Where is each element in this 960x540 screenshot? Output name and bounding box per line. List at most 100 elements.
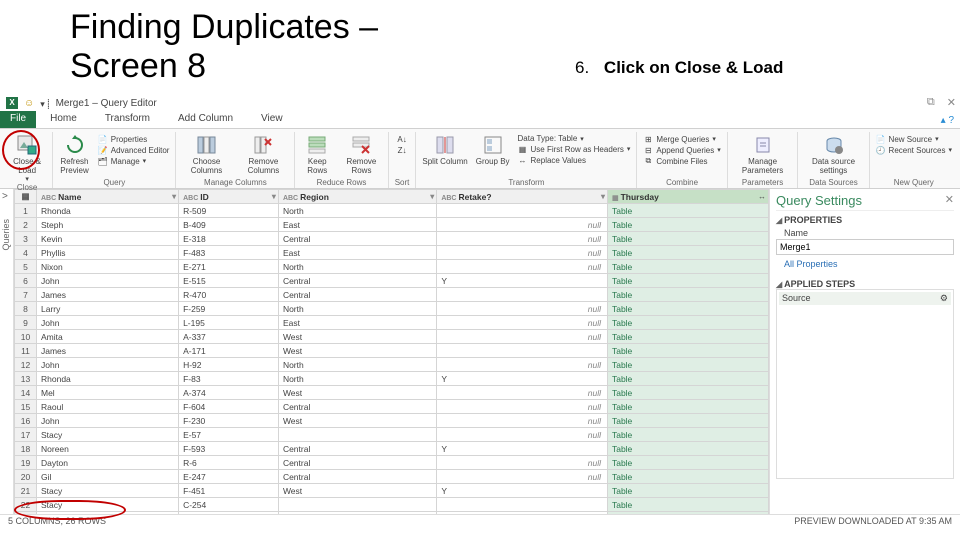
merge-queries-button[interactable]: ⊞Merge Queries▾ bbox=[643, 134, 720, 144]
cell-thursday[interactable]: Table bbox=[607, 442, 768, 456]
cell-retake[interactable]: null bbox=[437, 218, 608, 232]
cell-thursday[interactable]: Table bbox=[607, 372, 768, 386]
cell-retake[interactable]: null bbox=[437, 456, 608, 470]
cell-retake[interactable]: null bbox=[437, 330, 608, 344]
queries-rail[interactable]: > Queries bbox=[0, 189, 14, 530]
table-row[interactable]: 22StacyC-254Table bbox=[15, 498, 769, 512]
cell-thursday[interactable]: Table bbox=[607, 302, 768, 316]
close-load-dropdown-icon[interactable]: ▾ bbox=[25, 176, 29, 184]
cell-region[interactable]: West bbox=[278, 344, 436, 358]
cell-name[interactable]: Phyllis bbox=[37, 246, 179, 260]
cell-region[interactable] bbox=[278, 428, 436, 442]
cell-name[interactable]: Amita bbox=[37, 330, 179, 344]
cell-region[interactable]: North bbox=[278, 204, 436, 218]
first-row-headers-button[interactable]: ▦Use First Row as Headers▾ bbox=[518, 144, 631, 154]
row-number[interactable]: 6 bbox=[15, 274, 37, 288]
properties-button[interactable]: 📄 Properties bbox=[98, 134, 170, 144]
table-row[interactable]: 21StacyF-451WestYTable bbox=[15, 484, 769, 498]
cell-region[interactable]: Central bbox=[278, 456, 436, 470]
cell-id[interactable]: F-593 bbox=[179, 442, 279, 456]
row-number[interactable]: 7 bbox=[15, 288, 37, 302]
tab-home[interactable]: Home bbox=[36, 111, 91, 128]
cell-retake[interactable]: null bbox=[437, 414, 608, 428]
cell-retake[interactable]: null bbox=[437, 428, 608, 442]
filter-icon[interactable]: ▾ bbox=[601, 192, 605, 201]
cell-retake[interactable] bbox=[437, 498, 608, 512]
table-row[interactable]: 4PhyllisF-483EastnullTable bbox=[15, 246, 769, 260]
cell-thursday[interactable]: Table bbox=[607, 218, 768, 232]
table-row[interactable]: 18NoreenF-593CentralYTable bbox=[15, 442, 769, 456]
step-gear-icon[interactable]: ⚙ bbox=[940, 293, 948, 304]
cell-region[interactable]: North bbox=[278, 260, 436, 274]
cell-thursday[interactable]: Table bbox=[607, 386, 768, 400]
table-row[interactable]: 16JohnF-230WestnullTable bbox=[15, 414, 769, 428]
manage-button[interactable]: 🗂 Manage▾ bbox=[98, 156, 170, 166]
table-row[interactable]: 12JohnH-92NorthnullTable bbox=[15, 358, 769, 372]
table-row[interactable]: 3KevinE-318CentralnullTable bbox=[15, 232, 769, 246]
cell-name[interactable]: Stacy bbox=[37, 484, 179, 498]
cell-id[interactable]: E-515 bbox=[179, 274, 279, 288]
cell-id[interactable]: E-247 bbox=[179, 470, 279, 484]
step-source[interactable]: Source ⚙ bbox=[779, 292, 951, 305]
choose-columns-button[interactable]: Choose Columns bbox=[182, 132, 230, 176]
cell-retake[interactable]: null bbox=[437, 246, 608, 260]
cell-id[interactable]: A-337 bbox=[179, 330, 279, 344]
row-number[interactable]: 20 bbox=[15, 470, 37, 484]
cell-region[interactable]: Central bbox=[278, 232, 436, 246]
cell-id[interactable]: F-451 bbox=[179, 484, 279, 498]
tab-file[interactable]: File bbox=[0, 111, 36, 128]
cell-id[interactable]: A-374 bbox=[179, 386, 279, 400]
new-source-button[interactable]: 📄New Source▾ bbox=[876, 134, 952, 144]
row-number[interactable]: 19 bbox=[15, 456, 37, 470]
append-queries-button[interactable]: ⊟Append Queries▾ bbox=[643, 145, 720, 155]
row-number[interactable]: 4 bbox=[15, 246, 37, 260]
help-icon[interactable]: ? bbox=[948, 115, 954, 126]
expand-icon[interactable]: ↔ bbox=[758, 192, 766, 201]
advanced-editor-button[interactable]: 📝 Advanced Editor bbox=[98, 145, 170, 155]
cell-thursday[interactable]: Table bbox=[607, 260, 768, 274]
cell-name[interactable]: Kevin bbox=[37, 232, 179, 246]
smiley-icon[interactable]: ☺ bbox=[24, 98, 34, 109]
row-number[interactable]: 2 bbox=[15, 218, 37, 232]
cell-thursday[interactable]: Table bbox=[607, 330, 768, 344]
cell-name[interactable]: Dayton bbox=[37, 456, 179, 470]
cell-region[interactable]: North bbox=[278, 372, 436, 386]
cell-thursday[interactable]: Table bbox=[607, 316, 768, 330]
cell-thursday[interactable]: Table bbox=[607, 288, 768, 302]
cell-thursday[interactable]: Table bbox=[607, 204, 768, 218]
cell-thursday[interactable]: Table bbox=[607, 470, 768, 484]
cell-region[interactable] bbox=[278, 498, 436, 512]
cell-thursday[interactable]: Table bbox=[607, 498, 768, 512]
column-header-name[interactable]: ABCName▾ bbox=[37, 190, 179, 204]
cell-thursday[interactable]: Table bbox=[607, 274, 768, 288]
cell-name[interactable]: John bbox=[37, 358, 179, 372]
cell-thursday[interactable]: Table bbox=[607, 414, 768, 428]
cell-id[interactable]: E-271 bbox=[179, 260, 279, 274]
cell-region[interactable]: North bbox=[278, 302, 436, 316]
column-header-region[interactable]: ABCRegion▾ bbox=[278, 190, 436, 204]
keep-rows-button[interactable]: Keep Rows bbox=[301, 132, 333, 176]
table-row[interactable]: 1RhondaR-509NorthTable bbox=[15, 204, 769, 218]
cell-retake[interactable]: Y bbox=[437, 484, 608, 498]
table-row[interactable]: 14MelA-374WestnullTable bbox=[15, 386, 769, 400]
cell-id[interactable]: L-195 bbox=[179, 316, 279, 330]
sort-desc-button[interactable]: Z↓ bbox=[397, 145, 407, 155]
cell-thursday[interactable]: Table bbox=[607, 232, 768, 246]
cell-region[interactable]: East bbox=[278, 246, 436, 260]
remove-columns-button[interactable]: Remove Columns bbox=[239, 132, 289, 176]
refresh-preview-button[interactable]: Refresh Preview bbox=[59, 132, 90, 176]
cell-id[interactable]: B-409 bbox=[179, 218, 279, 232]
cell-retake[interactable] bbox=[437, 344, 608, 358]
cell-retake[interactable]: Y bbox=[437, 274, 608, 288]
cell-retake[interactable]: null bbox=[437, 400, 608, 414]
cell-thursday[interactable]: Table bbox=[607, 428, 768, 442]
row-number[interactable]: 8 bbox=[15, 302, 37, 316]
cell-name[interactable]: James bbox=[37, 288, 179, 302]
cell-region[interactable]: East bbox=[278, 316, 436, 330]
cell-name[interactable]: John bbox=[37, 414, 179, 428]
table-row[interactable]: 6JohnE-515CentralYTable bbox=[15, 274, 769, 288]
queries-expand-icon[interactable]: > bbox=[0, 189, 13, 202]
cell-name[interactable]: John bbox=[37, 274, 179, 288]
row-number[interactable]: 16 bbox=[15, 414, 37, 428]
manage-parameters-button[interactable]: Manage Parameters bbox=[734, 132, 792, 176]
